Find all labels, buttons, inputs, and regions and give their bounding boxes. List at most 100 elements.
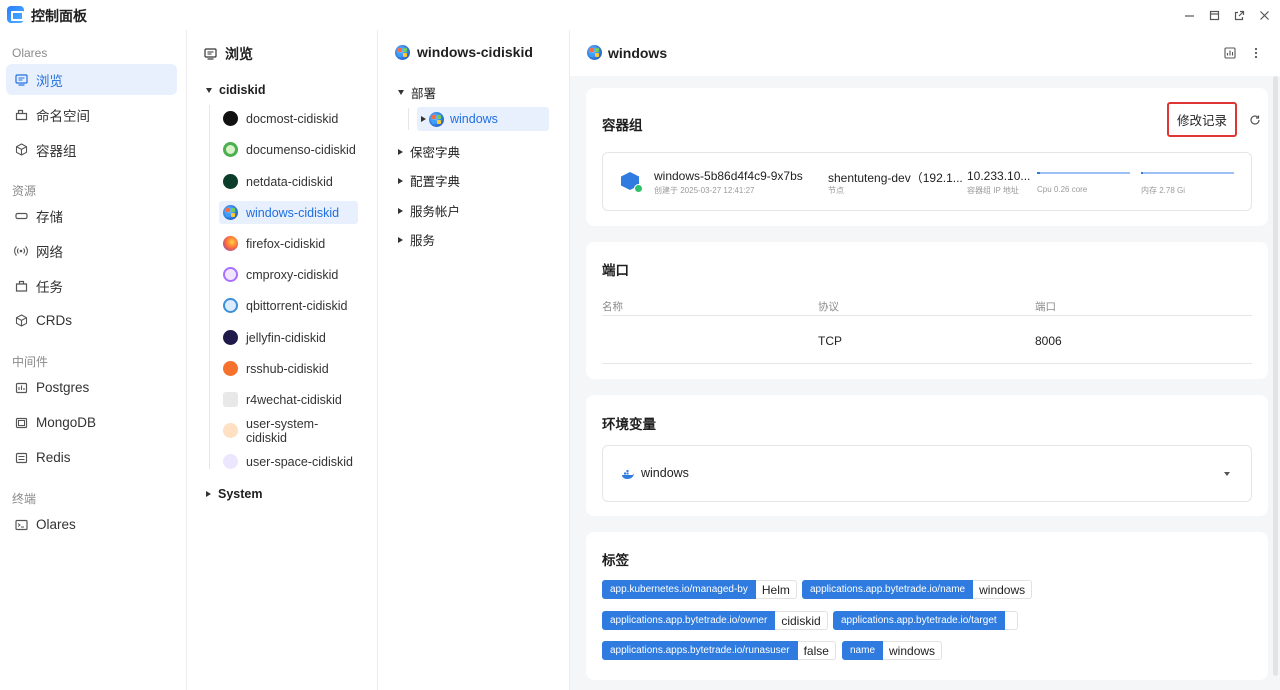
nav-item-task[interactable]: 任务 <box>6 270 177 301</box>
close-icon[interactable] <box>1254 5 1274 25</box>
mongodb-icon <box>14 416 28 430</box>
nav-item-postgres[interactable]: Postgres <box>6 372 177 403</box>
cpu-usage-label: Cpu 0.26 core <box>1037 185 1088 194</box>
tree-deployments[interactable]: 部署 <box>398 83 436 102</box>
chart-icon[interactable] <box>1221 44 1239 62</box>
title-bar: 控制面板 <box>0 0 1280 30</box>
pods-card: 容器组 修改记录 windows-5b86d4f4c9-9x7bs 创建于 20… <box>586 88 1268 226</box>
tree-services[interactable]: 服务 <box>398 230 435 249</box>
detail-scrollbar[interactable] <box>1273 76 1278 676</box>
app-item-qbittorrent[interactable]: qbittorrent-cidiskid <box>219 294 358 317</box>
nav-item-storage[interactable]: 存储 <box>6 200 177 231</box>
nav-item-browse[interactable]: 浏览 <box>6 64 177 95</box>
documenso-logo-icon <box>223 142 238 157</box>
refresh-icon[interactable] <box>1248 113 1262 127</box>
expand-arrow-icon <box>206 87 212 93</box>
minimize-icon[interactable] <box>1179 5 1199 25</box>
label-tag: name windows <box>842 641 943 660</box>
window-title: 控制面板 <box>31 8 87 24</box>
pod-status-icon <box>621 172 643 193</box>
collapse-arrow-icon <box>398 236 403 243</box>
port-protocol-cell: TCP <box>818 334 842 348</box>
tree-secrets[interactable]: 保密字典 <box>398 142 460 161</box>
dropdown-caret-icon[interactable] <box>1224 472 1230 476</box>
app-item-user-space[interactable]: user-space-cidiskid <box>219 450 358 473</box>
redis-icon <box>14 451 28 465</box>
more-icon[interactable] <box>1247 44 1265 62</box>
windows-logo-icon <box>429 111 444 127</box>
task-icon <box>14 279 28 293</box>
nav-item-label: 存储 <box>36 209 63 225</box>
app-item-jellyfin[interactable]: jellyfin-cidiskid <box>219 326 358 349</box>
windows-logo-icon <box>223 205 238 220</box>
memory-usage-bar <box>1141 172 1234 174</box>
app-item-netdata[interactable]: netdata-cidiskid <box>219 170 358 193</box>
table-divider <box>602 363 1252 364</box>
label-tag: applications.app.bytetrade.io/name windo… <box>802 580 1033 599</box>
terminal-icon <box>14 518 28 532</box>
app-item-cmproxy[interactable]: cmproxy-cidiskid <box>219 263 358 286</box>
nav-section-olares: Olares <box>12 46 48 60</box>
app-item-documenso[interactable]: documenso-cidiskid <box>219 138 358 161</box>
app-item-user-system[interactable]: user-system-cidiskid <box>219 417 358 445</box>
postgres-icon <box>14 381 28 395</box>
env-container-name: windows <box>641 466 689 480</box>
label-key: applications.apps.bytetrade.io/runasuser <box>602 641 798 660</box>
tree-group-system[interactable]: System <box>206 487 262 501</box>
app-item-docmost[interactable]: docmost-cidiskid <box>219 107 358 130</box>
nav-item-label: Redis <box>36 450 71 465</box>
nav-item-label: 浏览 <box>36 73 63 89</box>
app-item-firefox[interactable]: firefox-cidiskid <box>219 232 358 255</box>
app-item-label: firefox-cidiskid <box>246 236 326 251</box>
env-container-row[interactable]: windows <box>602 445 1252 502</box>
nav-item-mongodb[interactable]: MongoDB <box>6 407 177 438</box>
cmproxy-logo-icon <box>223 267 238 282</box>
table-divider <box>602 315 1252 316</box>
pod-row[interactable]: windows-5b86d4f4c9-9x7bs 创建于 2025-03-27 … <box>602 152 1252 211</box>
namespace-icon <box>14 108 28 122</box>
label-tag: applications.apps.bytetrade.io/runasuser… <box>602 641 836 660</box>
app-item-r4wechat[interactable]: r4wechat-cidiskid <box>219 388 358 411</box>
app-item-label: r4wechat-cidiskid <box>246 392 342 407</box>
browse-title: 浏览 <box>225 46 253 62</box>
tree-configmaps[interactable]: 配置字典 <box>398 171 460 190</box>
collapse-arrow-icon <box>421 116 426 122</box>
nav-item-network[interactable]: 网络 <box>6 235 177 266</box>
ports-card: 端口 名称 协议 端口 TCP 8006 <box>586 242 1268 379</box>
env-card-title: 环境变量 <box>602 417 656 432</box>
popout-icon[interactable] <box>1229 5 1249 25</box>
detail-header: windows <box>570 30 1280 76</box>
network-icon <box>14 244 28 258</box>
tree-guide-line <box>209 105 210 469</box>
collapse-arrow-icon <box>398 177 403 184</box>
maximize-icon[interactable] <box>1204 5 1224 25</box>
app-item-windows[interactable]: windows-cidiskid <box>219 201 358 224</box>
nav-item-crds[interactable]: CRDs <box>6 305 177 336</box>
tree-item-label: windows <box>450 112 498 126</box>
nav-item-namespace[interactable]: 命名空间 <box>6 99 177 130</box>
tree-item-label: 保密字典 <box>410 146 461 160</box>
cpu-usage-bar <box>1037 172 1130 174</box>
nav-item-redis[interactable]: Redis <box>6 442 177 473</box>
nav-section-resources: 资源 <box>12 184 37 198</box>
resource-title: windows-cidiskid <box>417 44 533 60</box>
nav-item-pods[interactable]: 容器组 <box>6 134 177 165</box>
firefox-logo-icon <box>223 236 238 251</box>
tree-service-accounts[interactable]: 服务帐户 <box>398 201 460 220</box>
revision-history-button[interactable]: 修改记录 <box>1167 102 1237 137</box>
app-item-label: rsshub-cidiskid <box>246 361 329 376</box>
app-item-label: qbittorrent-cidiskid <box>246 298 348 313</box>
nav-item-label: 任务 <box>36 279 63 295</box>
nav-item-olares-terminal[interactable]: Olares <box>6 509 177 540</box>
browse-header: 浏览 <box>204 44 253 64</box>
container-icon <box>621 468 635 479</box>
collapse-arrow-icon <box>398 148 403 155</box>
app-item-label: user-space-cidiskid <box>246 454 353 469</box>
nav-section-middleware: 中间件 <box>12 355 49 369</box>
tree-group-cidiskid[interactable]: cidiskid <box>206 83 266 97</box>
nav-item-label: CRDs <box>36 313 72 328</box>
deployment-item-windows[interactable]: windows <box>417 107 549 131</box>
app-item-label: windows-cidiskid <box>246 205 340 220</box>
app-item-rsshub[interactable]: rsshub-cidiskid <box>219 357 358 380</box>
nav-item-label: MongoDB <box>36 415 97 430</box>
